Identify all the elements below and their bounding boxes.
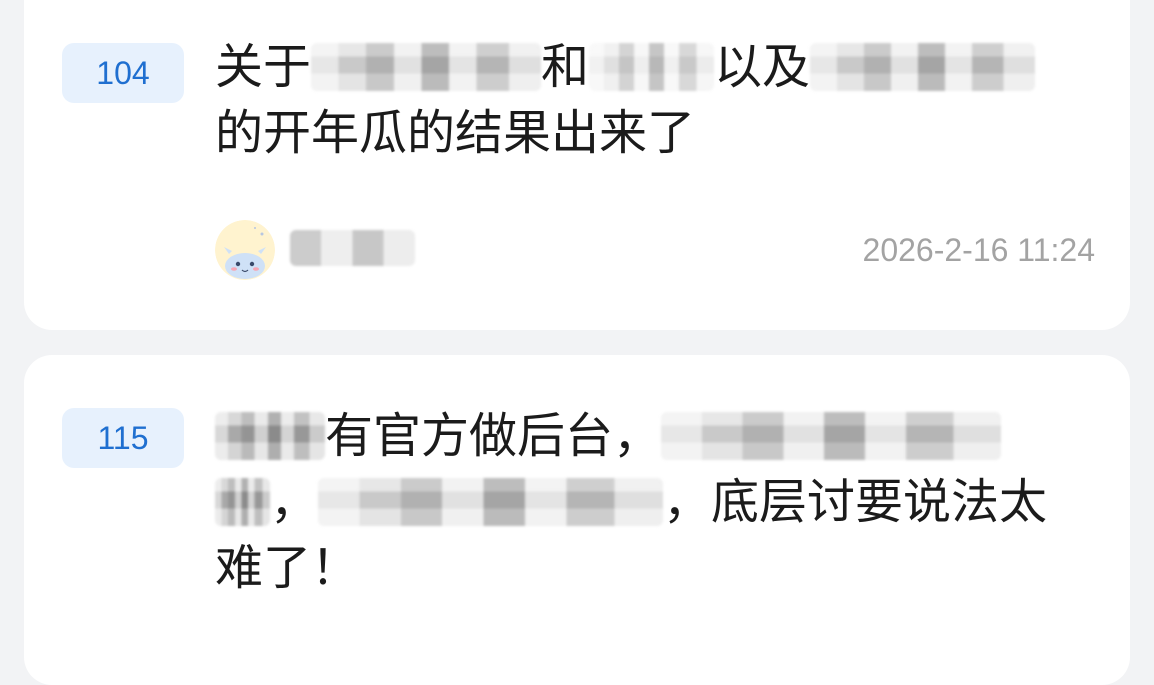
author-name-redacted[interactable] <box>290 230 415 266</box>
rank-badge: 104 <box>62 43 184 103</box>
redacted-text-blur <box>589 43 715 91</box>
title-text: 关于 <box>215 39 312 95</box>
title-text: 的开年瓜的结果出来了 <box>215 105 696 161</box>
dragon-avatar-icon[interactable] <box>215 220 275 280</box>
post-title[interactable]: 关于 和 以及 的开年瓜的结果出来了 <box>215 34 1095 166</box>
redacted-text-blur <box>810 43 1036 91</box>
redacted-text-blur <box>311 43 542 91</box>
title-text: 有官方做后台， <box>325 408 662 464</box>
redacted-text-blur <box>215 478 270 526</box>
redacted-text-blur <box>215 412 325 460</box>
news-item-card[interactable]: 104 关于 和 以及 的开年瓜的结果出来了 2026-2-16 11:24 <box>24 0 1130 330</box>
rank-badge: 115 <box>62 408 184 468</box>
post-title[interactable]: 有官方做后台，，，底层讨要说法太难了！ <box>215 403 1095 601</box>
title-text: 以及 <box>714 39 811 95</box>
post-meta: 2026-2-16 11:24 <box>215 218 1095 282</box>
title-text: 和 <box>541 39 590 95</box>
redacted-text-blur <box>661 412 1002 460</box>
redacted-text-blur <box>318 478 664 526</box>
title-text: ， <box>270 474 319 530</box>
news-item-card[interactable]: 115 有官方做后台，，，底层讨要说法太难了！ <box>24 355 1130 685</box>
post-timestamp: 2026-2-16 11:24 <box>862 232 1095 268</box>
